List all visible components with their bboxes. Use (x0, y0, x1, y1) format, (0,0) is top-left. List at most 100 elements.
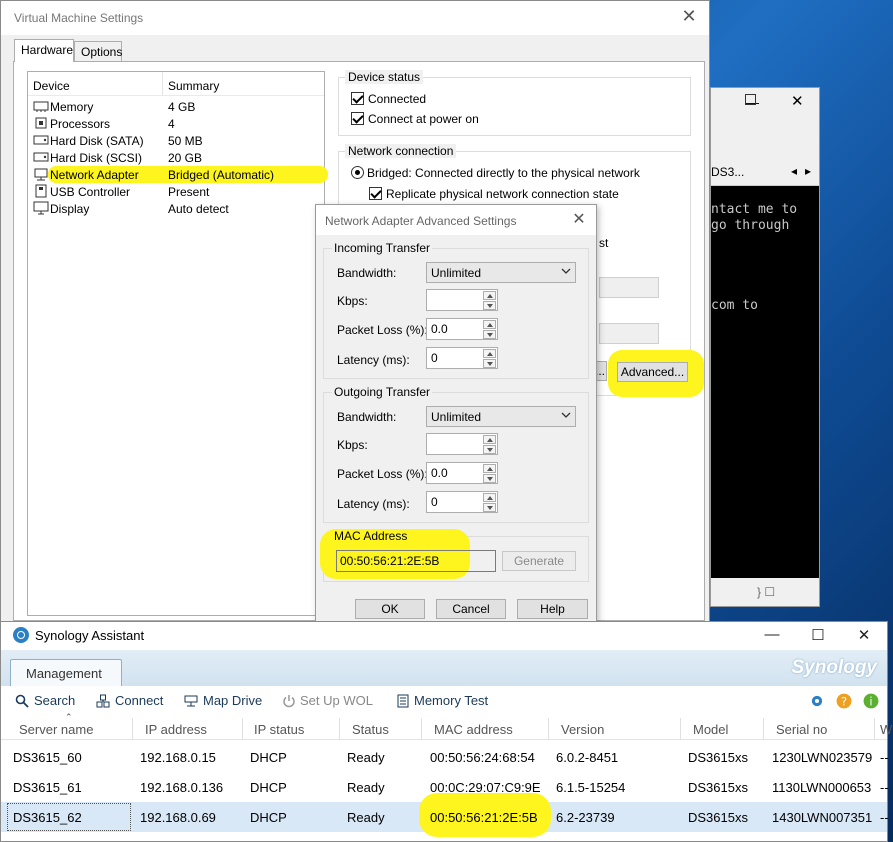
connect-power-on-label: Connect at power on (368, 112, 479, 126)
column-header[interactable]: IP address (145, 722, 207, 737)
column-header[interactable]: W (880, 722, 892, 737)
console-line: com to (711, 298, 758, 313)
close-icon[interactable]: ✕ (849, 626, 879, 644)
packet-loss-label: Packet Loss (%): (337, 323, 428, 337)
replicate-checkbox[interactable] (369, 187, 382, 200)
spin-down-icon[interactable] (483, 301, 496, 310)
spin-up-icon[interactable] (483, 435, 496, 444)
spin-up-icon[interactable] (483, 320, 496, 329)
outgoing-bandwidth-select[interactable]: Unlimited (426, 406, 576, 427)
device-summary: 20 GB (168, 151, 203, 165)
wol-status: -- (880, 810, 889, 825)
column-header[interactable]: IP status (254, 722, 304, 737)
tab-scroll-right-icon[interactable]: ▸ (805, 164, 811, 178)
sort-indicator-icon: ⌃ (65, 712, 73, 722)
device-row-memory[interactable]: Memory 4 GB (28, 98, 324, 115)
ip-status: DHCP (250, 750, 287, 765)
table-row[interactable]: DS3615_62 192.168.0.69 DHCP Ready 00:50:… (1, 793, 889, 837)
packet-loss-label: Packet Loss (%): (337, 467, 428, 481)
connect-power-on-checkbox[interactable] (351, 112, 364, 125)
device-summary: 4 (168, 117, 175, 131)
spin-up-icon[interactable] (483, 493, 496, 502)
help-button[interactable]: Help (517, 599, 588, 619)
memory-test-button[interactable]: Memory Test (414, 693, 488, 708)
spin-down-icon[interactable] (483, 359, 496, 368)
column-header[interactable]: Version (561, 722, 604, 737)
spin-down-icon[interactable] (483, 330, 496, 339)
device-row-usb-controller[interactable]: USB Controller Present (28, 183, 324, 200)
spin-up-icon[interactable] (483, 464, 496, 473)
incoming-packet-loss-stepper[interactable]: 0.0 (426, 318, 498, 340)
spin-down-icon[interactable] (483, 474, 496, 483)
mac-address: 00:50:56:21:2E:5B (430, 810, 538, 825)
column-header[interactable]: MAC address (434, 722, 513, 737)
tab-scroll-left-icon[interactable]: ◂ (791, 164, 797, 178)
device-row-display[interactable]: Display Auto detect (28, 200, 324, 217)
network-adapter-icon (34, 168, 48, 181)
tab-options[interactable]: Options (74, 41, 122, 61)
device-summary: 4 GB (168, 100, 196, 114)
display-icon (33, 201, 49, 215)
console-tab[interactable]: DS3... (711, 165, 744, 179)
mac-address-field[interactable]: 00:50:56:21:2E:5B (336, 550, 496, 572)
console-line: go through (711, 218, 790, 233)
connect-button[interactable]: Connect (115, 693, 163, 708)
maximize-icon[interactable]: ☐ (803, 626, 833, 644)
advanced-button[interactable]: Advanced... (617, 362, 688, 382)
column-header[interactable]: Server name (19, 722, 93, 737)
device-list[interactable]: Device Summary Memory 4 GB Processors 4 … (27, 71, 328, 616)
device-summary: Auto detect (168, 202, 229, 216)
close-icon[interactable]: ✕ (677, 6, 701, 27)
group-title: Network connection (345, 144, 457, 158)
status: Ready (347, 750, 385, 765)
maximize-icon[interactable] (745, 94, 756, 105)
serial-no: 1130LWN000653 (772, 780, 872, 795)
gear-icon[interactable] (809, 693, 825, 709)
table-row[interactable]: DS3615_60 192.168.0.15 DHCP Ready 00:50:… (1, 742, 889, 772)
spin-up-icon[interactable] (483, 349, 496, 358)
device-row-hard-disk-sata[interactable]: Hard Disk (SATA) 50 MB (28, 132, 324, 149)
close-icon[interactable]: ✕ (568, 209, 590, 229)
console-screen[interactable]: ntact me to go through com to (711, 186, 819, 578)
incoming-bandwidth-select[interactable]: Unlimited (426, 262, 576, 283)
incoming-kbps-stepper[interactable] (426, 289, 498, 311)
outgoing-packet-loss-stepper[interactable]: 0.0 (426, 462, 498, 484)
device-row-network-adapter[interactable]: Network Adapter Bridged (Automatic) (28, 166, 328, 183)
cancel-button[interactable]: Cancel (436, 599, 506, 619)
help-icon[interactable]: ? (836, 693, 852, 709)
column-header[interactable]: Status (352, 722, 389, 737)
close-icon[interactable]: ✕ (791, 92, 804, 110)
group-title: Incoming Transfer (332, 241, 433, 255)
generate-button[interactable]: Generate (502, 551, 576, 571)
column-header[interactable]: Serial no (776, 722, 827, 737)
connected-checkbox[interactable] (351, 92, 364, 105)
info-icon[interactable]: i (863, 693, 879, 709)
device-row-hard-disk-scsi[interactable]: Hard Disk (SCSI) 20 GB (28, 149, 324, 166)
minimize-icon[interactable]: — (757, 626, 787, 643)
spin-down-icon[interactable] (483, 445, 496, 454)
tab-management[interactable]: Management (10, 659, 122, 687)
custom-network-select[interactable] (599, 277, 659, 298)
device-row-processors[interactable]: Processors 4 (28, 115, 324, 132)
ok-button[interactable]: OK (355, 599, 425, 619)
tab-hardware[interactable]: Hardware (14, 39, 74, 62)
kbps-label: Kbps: (337, 294, 368, 308)
spin-up-icon[interactable] (483, 291, 496, 300)
group-title: Outgoing Transfer (332, 385, 433, 399)
lan-segment-select[interactable] (599, 323, 659, 344)
set-up-wol-button[interactable]: Set Up WOL (300, 693, 373, 708)
connect-icon (96, 694, 110, 708)
chevron-down-icon (561, 268, 571, 274)
incoming-latency-stepper[interactable]: 0 (426, 347, 498, 369)
version: 6.1.5-15254 (556, 780, 626, 795)
bridged-radio[interactable] (351, 166, 364, 179)
outgoing-kbps-stepper[interactable] (426, 433, 498, 455)
spin-down-icon[interactable] (483, 503, 496, 512)
console-window[interactable]: — ✕ DS3... ◂ ▸ ntact me to go through co… (710, 87, 820, 607)
outgoing-latency-stepper[interactable]: 0 (426, 491, 498, 513)
map-drive-button[interactable]: Map Drive (203, 693, 262, 708)
search-button[interactable]: Search (34, 693, 75, 708)
column-header[interactable]: Model (693, 722, 728, 737)
version: 6.2-23739 (556, 810, 615, 825)
chevron-down-icon (561, 412, 571, 418)
